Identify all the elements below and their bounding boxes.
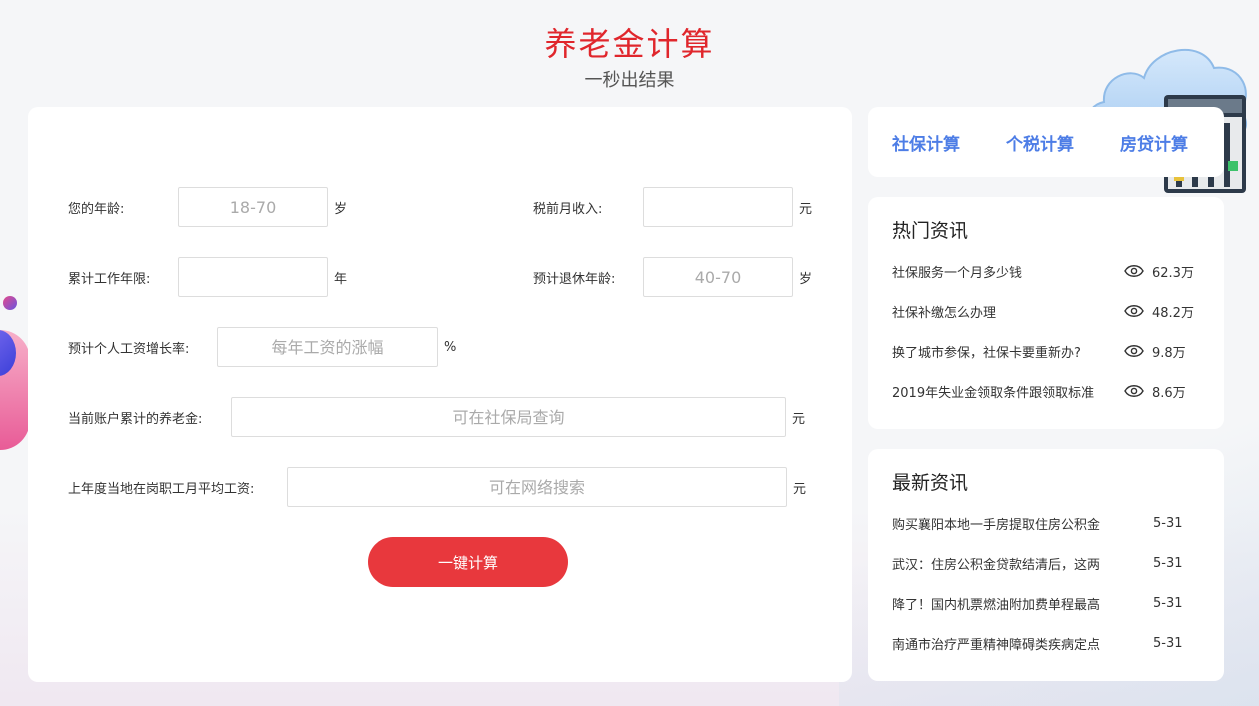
link-mortgage[interactable]: 房贷计算 xyxy=(1120,130,1188,155)
news-title[interactable]: 南通市治疗严重精神障碍类疾病定点 xyxy=(892,634,1114,653)
news-date: 5-31 xyxy=(1153,595,1183,611)
calculator-panel: 您的年龄: 岁 税前月收入: 元 累计工作年限: 年 预计退休年龄: 岁 预计个… xyxy=(28,107,852,682)
news-title[interactable]: 换了城市参保，社保卡要重新办? xyxy=(892,342,1114,361)
view-count: 9.8万 xyxy=(1124,342,1186,361)
views-value: 8.6万 xyxy=(1152,385,1186,401)
link-social-security[interactable]: 社保计算 xyxy=(892,130,960,155)
list-item[interactable]: 社保补缴怎么办理 48.2万 xyxy=(892,291,1200,331)
retire-row: 预计退休年龄: 岁 xyxy=(533,257,812,297)
retire-age-input[interactable] xyxy=(643,257,793,297)
growth-unit: % xyxy=(444,339,457,355)
list-item[interactable]: 武汉：住房公积金贷款结清后，这两 5-31 xyxy=(892,543,1200,583)
views-value: 9.8万 xyxy=(1152,345,1186,361)
news-date: 5-31 xyxy=(1153,515,1183,531)
view-count: 48.2万 xyxy=(1124,302,1194,321)
age-input[interactable] xyxy=(178,187,328,227)
list-item[interactable]: 2019年失业金领取条件跟领取标准 8.6万 xyxy=(892,371,1200,411)
view-count: 62.3万 xyxy=(1124,262,1194,281)
list-item[interactable]: 社保服务一个月多少钱 62.3万 xyxy=(892,251,1200,291)
latest-news-title: 最新资讯 xyxy=(892,472,969,494)
calculator-links: 社保计算 个税计算 房贷计算 xyxy=(868,107,1224,177)
page-title: 养老金计算 xyxy=(544,25,715,63)
years-unit: 年 xyxy=(334,271,348,287)
news-title[interactable]: 武汉：住房公积金贷款结清后，这两 xyxy=(892,554,1114,573)
hot-news-panel: 热门资讯 社保服务一个月多少钱 62.3万 社保补缴怎么办理 48.2万 换了城… xyxy=(868,197,1224,429)
calculate-button[interactable]: 一键计算 xyxy=(368,537,568,587)
views-value: 62.3万 xyxy=(1152,265,1194,281)
news-title[interactable]: 降了！国内机票燃油附加费单程最高 xyxy=(892,594,1114,613)
balance-input[interactable] xyxy=(231,397,786,437)
retire-label: 预计退休年龄: xyxy=(533,271,616,287)
list-item[interactable]: 换了城市参保，社保卡要重新办? 9.8万 xyxy=(892,331,1200,371)
news-title[interactable]: 2019年失业金领取条件跟领取标准 xyxy=(892,382,1114,401)
list-item[interactable]: 降了！国内机票燃油附加费单程最高 5-31 xyxy=(892,583,1200,623)
years-input[interactable] xyxy=(178,257,328,297)
eye-icon xyxy=(1124,345,1144,357)
eye-icon xyxy=(1124,265,1144,277)
link-income-tax[interactable]: 个税计算 xyxy=(1006,130,1074,155)
avg-wage-row: 上年度当地在岗职工月平均工资: 元 xyxy=(68,467,806,507)
balance-row: 当前账户累计的养老金: 元 xyxy=(68,397,805,437)
list-item[interactable]: 购买襄阳本地一手房提取住房公积金 5-31 xyxy=(892,503,1200,543)
balance-label: 当前账户累计的养老金: xyxy=(68,411,203,427)
age-label: 您的年龄: xyxy=(68,201,125,217)
list-item[interactable]: 南通市治疗严重精神障碍类疾病定点 5-31 xyxy=(892,623,1200,663)
retire-unit: 岁 xyxy=(799,271,813,287)
news-date: 5-31 xyxy=(1153,555,1183,571)
page-subtitle: 一秒出结果 xyxy=(584,70,675,91)
balance-unit: 元 xyxy=(792,411,806,427)
news-title[interactable]: 社保服务一个月多少钱 xyxy=(892,262,1114,281)
eye-icon xyxy=(1124,305,1144,317)
income-row: 税前月收入: 元 xyxy=(533,187,812,227)
news-title[interactable]: 购买襄阳本地一手房提取住房公积金 xyxy=(892,514,1114,533)
decorative-dot xyxy=(3,296,17,310)
avg-wage-unit: 元 xyxy=(793,481,807,497)
hot-news-title: 热门资讯 xyxy=(892,220,969,242)
view-count: 8.6万 xyxy=(1124,382,1186,401)
income-input[interactable] xyxy=(643,187,793,227)
views-value: 48.2万 xyxy=(1152,305,1194,321)
news-title[interactable]: 社保补缴怎么办理 xyxy=(892,302,1114,321)
page-header: 养老金计算 一秒出结果 xyxy=(0,22,1259,94)
latest-news-panel: 最新资讯 购买襄阳本地一手房提取住房公积金 5-31 武汉：住房公积金贷款结清后… xyxy=(868,449,1224,681)
news-date: 5-31 xyxy=(1153,635,1183,651)
age-row: 您的年龄: 岁 xyxy=(68,187,347,227)
avg-wage-input[interactable] xyxy=(287,467,787,507)
years-row: 累计工作年限: 年 xyxy=(68,257,347,297)
growth-label: 预计个人工资增长率: xyxy=(68,341,190,357)
eye-icon xyxy=(1124,385,1144,397)
years-label: 累计工作年限: xyxy=(68,271,151,287)
income-label: 税前月收入: xyxy=(533,201,603,217)
growth-row: 预计个人工资增长率: % xyxy=(68,327,456,367)
growth-input[interactable] xyxy=(217,327,438,367)
avg-wage-label: 上年度当地在岗职工月平均工资: xyxy=(68,481,255,497)
income-unit: 元 xyxy=(799,201,813,217)
age-unit: 岁 xyxy=(334,201,348,217)
